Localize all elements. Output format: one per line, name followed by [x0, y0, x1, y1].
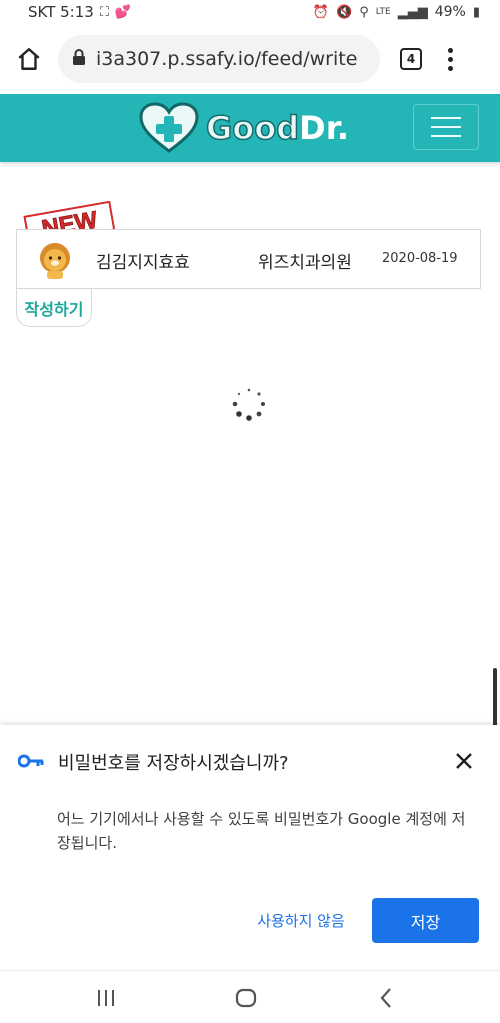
sheet-title: 비밀번호를 저장하시겠습니까?: [58, 753, 289, 774]
key-icon: [17, 753, 44, 772]
screenshot-icon: ⛶: [99, 4, 109, 20]
logo-good-text: Good: [205, 108, 300, 148]
overflow-menu-icon[interactable]: [448, 47, 453, 71]
network-type: LTE: [375, 7, 391, 17]
avatar: [35, 240, 75, 280]
browser-toolbar: i3a307.p.ssafy.io/feed/write 4: [0, 24, 500, 94]
feed-clinic: 위즈치과의원: [258, 253, 352, 273]
mute-icon: 🔇: [336, 4, 353, 20]
system-navigation-bar: [0, 970, 500, 1023]
tab-switcher-button[interactable]: 4: [400, 48, 422, 70]
home-nav-icon[interactable]: [235, 988, 257, 1012]
status-bar: SKT 5:13 ⛶ 💕 ⏰ 🔇 ⚲ LTE ▂▄▆ 49% ▮: [0, 0, 500, 24]
url-text: i3a307.p.ssafy.io/feed/write: [96, 48, 358, 70]
write-button[interactable]: 작성하기: [16, 289, 92, 327]
recents-icon[interactable]: [96, 989, 116, 1011]
location-icon: ⚲: [359, 4, 369, 20]
loading-spinner-icon: [231, 386, 267, 422]
alarm-icon: ⏰: [312, 4, 330, 20]
feed-item[interactable]: 김김지지효효 위즈치과의원 2020-08-19: [16, 229, 481, 289]
url-bar[interactable]: i3a307.p.ssafy.io/feed/write: [58, 35, 380, 83]
battery-icon: ▮: [472, 4, 480, 20]
never-button[interactable]: 사용하지 않음: [238, 900, 364, 940]
save-button[interactable]: 저장: [372, 898, 479, 943]
sheet-description: 어느 기기에서나 사용할 수 있도록 비밀번호가 Google 계정에 저장됩니…: [57, 810, 466, 852]
feed-author: 김김지지효효: [96, 253, 190, 273]
logo-dr-text: Dr.: [299, 109, 350, 147]
logo[interactable]: GoodDr.: [138, 102, 349, 154]
feed-date: 2020-08-19: [382, 251, 458, 266]
app-header: GoodDr.: [0, 94, 500, 162]
home-icon[interactable]: [14, 44, 44, 74]
password-save-sheet: 비밀번호를 저장하시겠습니까? 어느 기기에서나 사용할 수 있도록 비밀번호가…: [0, 725, 500, 970]
close-icon[interactable]: [452, 749, 476, 773]
battery-level: 49%: [434, 4, 466, 20]
back-icon[interactable]: [378, 987, 394, 1013]
hamburger-menu-icon[interactable]: [413, 104, 479, 150]
heart-cross-icon: [139, 102, 199, 153]
lock-icon: [72, 48, 86, 70]
heart-icon: 💕: [114, 4, 132, 20]
carrier-time: SKT 5:13: [28, 3, 94, 21]
signal-icon: ▂▄▆: [397, 4, 428, 20]
